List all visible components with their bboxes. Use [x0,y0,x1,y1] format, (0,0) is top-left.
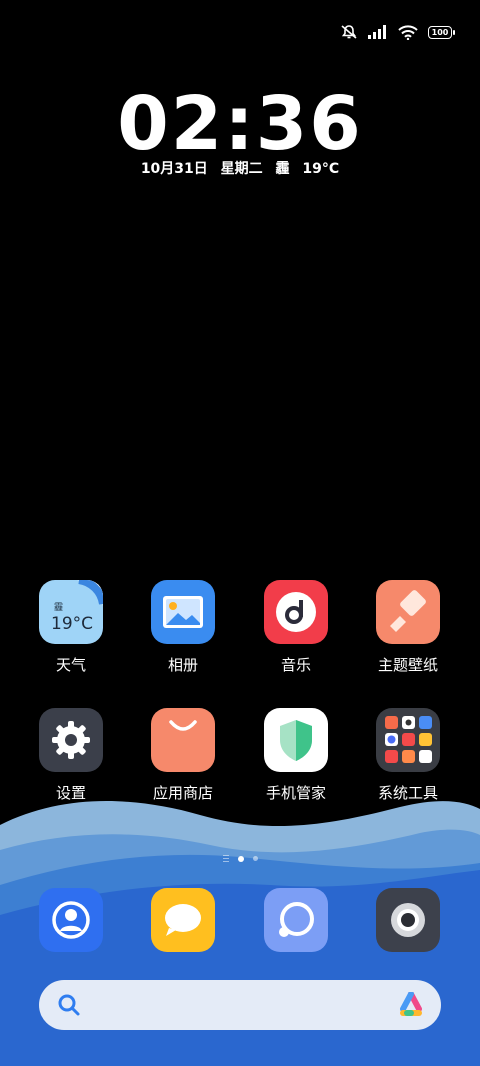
messages-icon [151,888,215,952]
camera-icon [376,888,440,952]
status-bar: 100 [340,22,455,42]
weekday-text: 星期二 [220,161,263,177]
app-label: 设置 [55,784,86,802]
browser-icon [264,888,328,952]
dock-messages[interactable] [133,888,233,952]
themes-icon [376,580,440,644]
app-settings[interactable]: 设置 [21,708,121,803]
app-label: 主题壁纸 [377,656,438,674]
wifi-icon [398,24,418,40]
gear-icon [39,708,103,772]
dock-browser[interactable] [246,888,346,952]
weather-icon-condition: 霾 [54,603,64,613]
mute-icon [341,25,357,39]
page-dot[interactable] [252,856,258,861]
page-indicator-list[interactable] [222,855,229,862]
clock-time[interactable]: 02:36 [0,82,480,166]
weather-icon: 霾 19°C [39,580,103,644]
weather-icon-temp: 19°C [51,614,94,634]
assistant-logo-icon[interactable] [397,992,425,1018]
app-label: 应用商店 [152,784,213,802]
app-label: 系统工具 [377,784,438,802]
temperature-text: 19°C [302,161,340,177]
app-store-icon [151,708,215,772]
app-label: 音乐 [280,656,311,674]
page-dot-active[interactable] [237,855,244,862]
music-icon [264,580,328,644]
search-icon [58,994,80,1016]
app-label: 相册 [167,656,198,674]
app-security[interactable]: 手机管家 [246,708,346,803]
weather-text: 霾 [275,161,290,177]
app-themes[interactable]: 主题壁纸 [358,580,458,675]
search-bar[interactable] [39,980,441,1030]
app-gallery[interactable]: 相册 [133,580,233,675]
gallery-icon [151,580,215,644]
folder-icon [376,708,440,772]
folder-system-tools[interactable]: 系统工具 [358,708,458,803]
app-weather[interactable]: 霾 19°C 天气 [21,580,121,675]
date-text: 10月31日 [140,161,208,177]
contacts-icon [39,888,103,952]
battery-icon: 100 [428,25,455,39]
app-label: 手机管家 [265,784,326,802]
date-line[interactable]: 10月31日 星期二 霾 19°C [0,158,480,178]
security-shield-icon [264,708,328,772]
page-indicator[interactable] [0,855,480,862]
signal-icon [368,25,386,39]
app-music[interactable]: 音乐 [246,580,346,675]
dock-contacts[interactable] [21,888,121,952]
app-store[interactable]: 应用商店 [133,708,233,803]
dock-camera[interactable] [358,888,458,952]
app-label: 天气 [55,656,86,674]
